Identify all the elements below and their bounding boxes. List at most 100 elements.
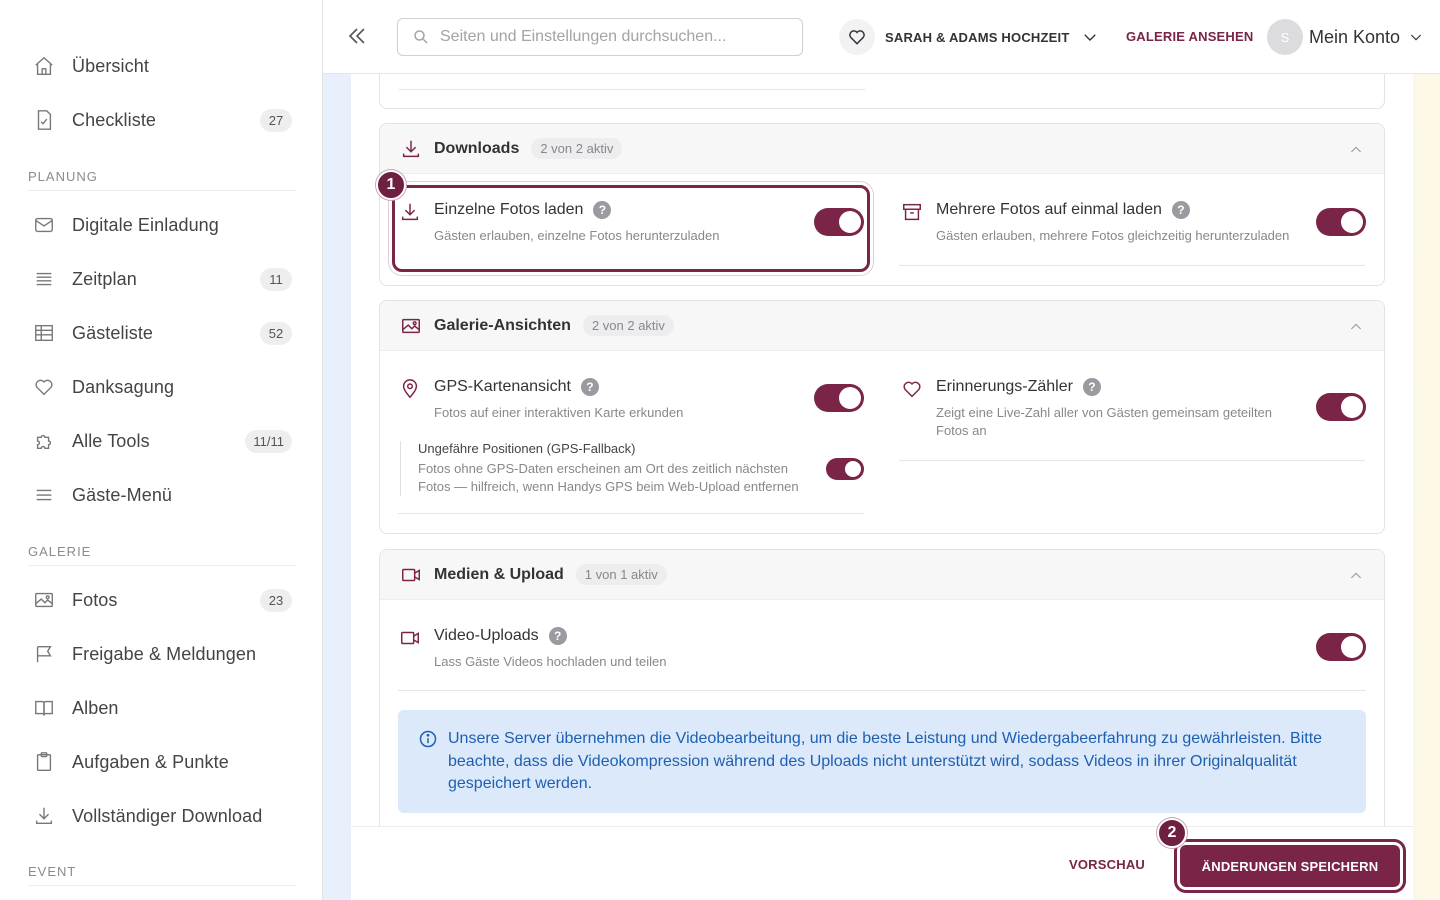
account-menu[interactable]: S Mein Konto	[1267, 18, 1424, 56]
view-gallery-link[interactable]: GALERIE ANSEHEN	[1126, 29, 1253, 44]
chevron-up-icon[interactable]	[1348, 142, 1364, 158]
sidebar-item-fotos[interactable]: Fotos 23	[28, 580, 292, 620]
download-icon	[400, 138, 422, 160]
setting-title: Erinnerungs-Zähler	[936, 378, 1073, 395]
map-pin-icon	[399, 378, 421, 400]
image-icon	[32, 588, 56, 612]
sidebar-item-digitale-einladung[interactable]: Digitale Einladung	[28, 205, 292, 245]
toggle-gps-fallback[interactable]	[826, 458, 864, 480]
account-label: Mein Konto	[1309, 26, 1401, 47]
sub-setting-description: Fotos ohne GPS-Daten erscheinen am Ort d…	[418, 461, 799, 494]
toggle-gps-kartenansicht[interactable]	[814, 384, 864, 412]
search-field[interactable]	[397, 18, 803, 56]
active-count-badge: 2 von 2 aktiv	[582, 315, 674, 336]
divider	[899, 460, 1365, 461]
sidebar-item-alben[interactable]: Alben	[28, 688, 292, 728]
highlight-frame	[392, 185, 870, 272]
sidebar-item-label: Vollständiger Download	[72, 805, 263, 826]
gallery-views-card-header[interactable]: Galerie-Ansichten 2 von 2 aktiv	[380, 301, 1384, 351]
setting-description: Gästen erlauben, mehrere Fotos gleichzei…	[936, 228, 1290, 243]
puzzle-icon	[32, 429, 56, 453]
sidebar-item-freigabe[interactable]: Freigabe & Meldungen	[28, 634, 292, 674]
video-icon	[399, 627, 421, 649]
mail-icon	[32, 213, 56, 237]
downloads-card-header[interactable]: Downloads 2 von 2 aktiv	[380, 124, 1384, 174]
sidebar-item-label: Alle Tools	[72, 430, 150, 451]
help-icon[interactable]: ?	[548, 627, 567, 645]
archive-icon	[901, 201, 923, 223]
toggle-video-uploads[interactable]	[1316, 633, 1366, 661]
collapse-sidebar-icon[interactable]	[345, 24, 369, 48]
search-icon	[414, 30, 428, 44]
divider	[399, 89, 865, 90]
count-badge: 23	[260, 588, 292, 612]
heart-icon	[32, 375, 56, 399]
checklist-icon	[32, 108, 56, 132]
chevron-up-icon[interactable]	[1348, 319, 1364, 335]
count-badge: 27	[260, 108, 292, 132]
sidebar-item-vollstaendiger-download[interactable]: Vollständiger Download	[28, 796, 292, 836]
list-icon	[32, 267, 56, 291]
step-badge-1: 1	[376, 170, 406, 200]
step-badge-2: 2	[1157, 818, 1187, 848]
event-selector[interactable]: SARAH & ADAMS HOCHZEIT	[839, 18, 1099, 56]
divider	[398, 690, 1366, 691]
clipboard-icon	[32, 750, 56, 774]
sidebar-item-alle-tools[interactable]: Alle Tools 11/11	[28, 421, 292, 461]
flag-icon	[32, 642, 56, 666]
count-badge: 11/11	[245, 429, 292, 453]
card-title: Downloads	[434, 139, 520, 157]
search-input[interactable]	[440, 28, 780, 46]
setting-description: Zeigt eine Live-Zahl aller von Gästen ge…	[936, 405, 1273, 438]
chevron-up-icon[interactable]	[1348, 568, 1364, 584]
preview-button[interactable]: VORSCHAU	[1069, 857, 1145, 872]
card-title: Medien & Upload	[434, 565, 564, 583]
sidebar-item-label: Übersicht	[72, 55, 149, 76]
sidebar-item-label: Zeitplan	[72, 268, 137, 289]
setting-title: Video-Uploads	[434, 627, 539, 644]
event-name: SARAH & ADAMS HOCHZEIT	[885, 29, 1070, 45]
chevron-down-icon	[1084, 34, 1097, 41]
sub-setting-gps-fallback: Ungefähre Positionen (GPS-Fallback) Foto…	[400, 441, 820, 496]
sidebar-item-gaesteliste[interactable]: Gästeliste 52	[28, 313, 292, 353]
save-changes-button[interactable]: ÄNDERUNGEN SPEICHERN	[1180, 845, 1400, 887]
help-icon[interactable]: ?	[1082, 378, 1101, 396]
media-upload-card-header[interactable]: Medien & Upload 1 von 1 aktiv	[380, 550, 1384, 600]
video-icon	[400, 564, 422, 586]
sidebar-item-aufgaben[interactable]: Aufgaben & Punkte	[28, 742, 292, 782]
toggle-erinnerungs-zaehler[interactable]	[1316, 393, 1366, 421]
sidebar-item-label: Freigabe & Meldungen	[72, 643, 257, 664]
active-count-badge: 2 von 2 aktiv	[531, 138, 623, 159]
sub-setting-title: Ungefähre Positionen (GPS-Fallback)	[418, 441, 636, 456]
sidebar-item-gaeste-menue[interactable]: Gäste-Menü	[28, 475, 292, 515]
card-title: Galerie-Ansichten	[434, 316, 571, 334]
section-heading-galerie: GALERIE	[28, 544, 296, 566]
help-icon[interactable]: ?	[1171, 201, 1190, 219]
sidebar-item-label: Alben	[72, 697, 119, 718]
sidebar-item-label: Gästeliste	[72, 322, 154, 343]
home-icon	[32, 54, 56, 78]
action-footer: VORSCHAU ÄNDERUNGEN SPEICHERN	[351, 826, 1413, 900]
help-icon[interactable]: ?	[580, 378, 599, 396]
top-bar: SARAH & ADAMS HOCHZEIT GALERIE ANSEHEN S…	[323, 0, 1440, 74]
info-box: Unsere Server übernehmen die Videobearbe…	[398, 710, 1366, 813]
active-count-badge: 1 von 1 aktiv	[575, 564, 667, 585]
sidebar-item-checkliste[interactable]: Checkliste 27	[28, 100, 292, 140]
sidebar-item-danksagung[interactable]: Danksagung	[28, 367, 292, 407]
heart-icon	[901, 378, 923, 400]
chevron-down-icon	[1410, 34, 1422, 41]
sidebar-item-label: Fotos	[72, 589, 118, 610]
heart-icon	[839, 19, 875, 55]
divider	[899, 265, 1365, 266]
info-icon	[419, 730, 437, 748]
count-badge: 11	[260, 267, 292, 291]
toggle-mehrere-fotos[interactable]	[1316, 208, 1366, 236]
sidebar-item-zeitplan[interactable]: Zeitplan 11	[28, 259, 292, 299]
sidebar-item-label: Digitale Einladung	[72, 214, 219, 235]
section-heading-event: EVENT	[28, 864, 296, 886]
table-icon	[32, 321, 56, 345]
setting-title: Mehrere Fotos auf einmal laden	[936, 201, 1162, 218]
divider	[398, 513, 864, 514]
sidebar-item-label: Danksagung	[72, 376, 175, 397]
sidebar-item-uebersicht[interactable]: Übersicht	[28, 46, 292, 86]
